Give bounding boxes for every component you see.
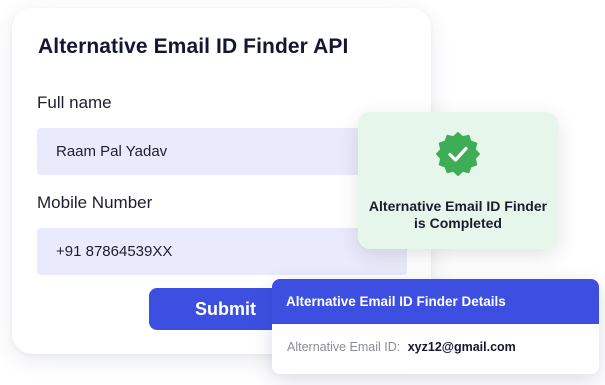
full-name-input[interactable] xyxy=(37,128,407,175)
completion-card: Alternative Email ID Finder is Completed xyxy=(358,112,558,249)
check-badge-icon xyxy=(436,132,480,176)
completion-message: Alternative Email ID Finder is Completed xyxy=(368,198,548,231)
details-row: Alternative Email ID: xyz12@gmail.com xyxy=(287,340,516,354)
mobile-number-input[interactable] xyxy=(37,228,407,275)
full-name-label: Full name xyxy=(37,93,112,112)
mobile-number-label: Mobile Number xyxy=(37,193,153,212)
alternative-email-value: xyz12@gmail.com xyxy=(407,340,516,354)
details-panel: Alternative Email ID Finder Details Alte… xyxy=(272,279,599,374)
alternative-email-label: Alternative Email ID: xyxy=(287,340,401,354)
form-title: Alternative Email ID Finder API xyxy=(38,35,349,58)
details-header: Alternative Email ID Finder Details xyxy=(272,279,599,324)
